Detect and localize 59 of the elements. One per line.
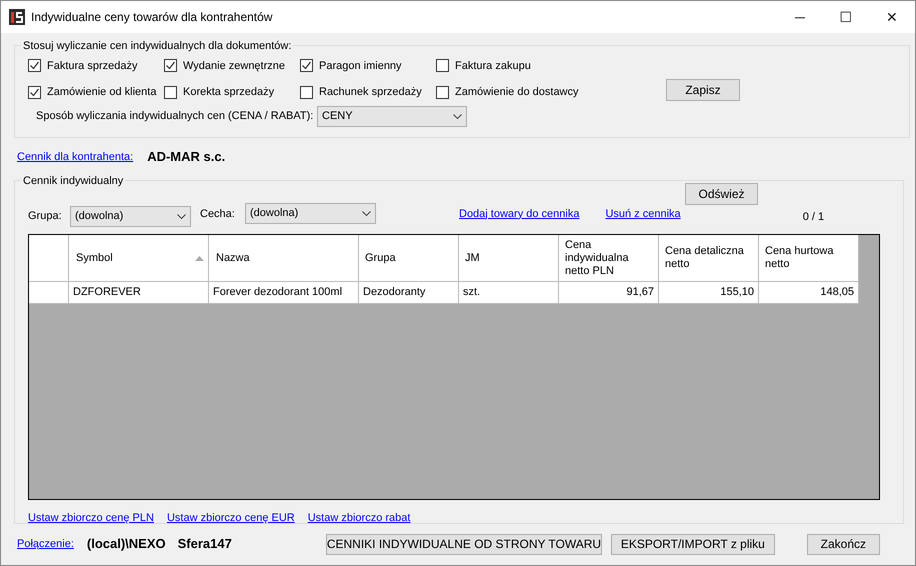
close-button[interactable]: ✕ (869, 1, 915, 33)
group-legend: Stosuj wyliczanie cen indywidualnych dla dokumentów: (21, 38, 294, 54)
minimize-button[interactable]: ─ (777, 1, 823, 33)
table-cell: szt. (459, 282, 559, 304)
table-cell: Forever dezodorant 100ml (209, 282, 359, 304)
set-discount-link[interactable]: Ustaw zbiorczo rabat (308, 510, 410, 526)
combo-value: (dowolna) (250, 206, 298, 221)
feature-dropdown[interactable]: (dowolna) (245, 202, 376, 224)
export-import-button[interactable]: EKSPORT/IMPORT z pliku (610, 534, 775, 554)
checkbox[interactable] (164, 86, 177, 99)
sort-ascending-icon (195, 256, 204, 261)
checkbox-label: Faktura sprzedaży (47, 58, 138, 74)
product-pricelists-button[interactable]: CENNIKI INDYWIDUALNE OD STRONY TOWARU (326, 534, 602, 554)
chevron-down-icon (362, 210, 371, 216)
database-name: Sfera147 (178, 535, 232, 554)
feature-label: Cecha: (200, 206, 236, 222)
app-logo-icon (9, 9, 25, 25)
refresh-button[interactable]: Odśwież (685, 183, 758, 205)
checkbox[interactable] (436, 59, 449, 72)
checkbox[interactable] (28, 86, 41, 99)
checkbox-label: Zamówienie od klienta (47, 85, 156, 100)
close-window-button[interactable]: Zakończ (806, 534, 880, 554)
group-label: Grupa: (28, 208, 63, 224)
table-cell: 148,05 (759, 282, 859, 304)
window-title: Indywidualne ceny towarów dla kontrahentów (31, 9, 274, 26)
maximize-button[interactable]: ☐ (823, 1, 869, 33)
table-cell: Dezodoranty (359, 282, 459, 304)
checkbox-label: Paragon imienny (319, 58, 402, 74)
table-cell: 155,10 (659, 282, 759, 304)
combo-value: (dowolna) (75, 208, 124, 224)
group-dropdown[interactable]: (dowolna) (70, 206, 191, 226)
checkbox[interactable] (28, 59, 41, 72)
save-button[interactable]: Zapisz (666, 79, 740, 101)
method-label: Sposób wyliczania indywidualnych cen (CENA / RABAT): (36, 109, 314, 124)
set-eur-price-link[interactable]: Ustaw zbiorczo cenę EUR (166, 510, 295, 526)
server-name: (local)\NEXO (86, 535, 166, 554)
set-pln-price-link[interactable]: Ustaw zbiorczo cenę PLN (28, 510, 154, 526)
checkbox-label: Faktura zakupu (455, 58, 531, 74)
method-dropdown[interactable]: CENY (317, 106, 467, 127)
checkbox-label: Rachunek sprzedaży (319, 85, 422, 100)
record-counter: 0 / 1 (802, 210, 824, 225)
checkbox-label: Korekta sprzedaży (183, 85, 274, 100)
checkbox[interactable] (300, 59, 313, 72)
contractor-link[interactable]: Cennik dla kontrahenta: (17, 148, 134, 166)
chevron-down-icon (453, 114, 462, 119)
checkbox-label: Zamówienie do dostawcy (455, 85, 579, 100)
table-cell: DZFOREVER (69, 282, 209, 304)
remove-items-link[interactable]: Usuń z cennika (605, 206, 681, 222)
connection-link[interactable]: Połączenie: (17, 536, 74, 552)
checkbox[interactable] (436, 86, 449, 99)
add-items-link[interactable]: Dodaj towary do cennika (459, 206, 580, 222)
chevron-down-icon (177, 214, 186, 218)
checkbox-label: Wydanie zewnętrzne (183, 58, 286, 74)
group-legend: Cennik indywidualny (21, 173, 126, 190)
checkbox[interactable] (164, 59, 177, 72)
table-cell: 91,67 (559, 282, 659, 304)
contractor-name: AD-MAR s.c. (147, 148, 226, 166)
combo-value: CENY (322, 109, 353, 124)
checkbox[interactable] (300, 86, 313, 99)
